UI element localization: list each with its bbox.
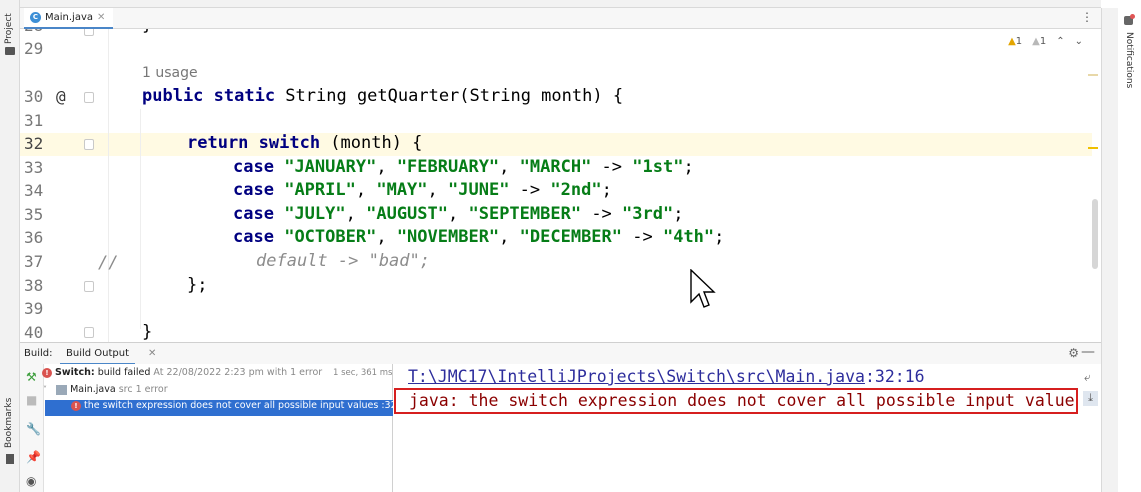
- weak-warning-icon: ▲: [1032, 36, 1040, 47]
- scroll-to-end-icon[interactable]: ⤓: [1083, 391, 1098, 406]
- notification-dot: [1130, 14, 1135, 19]
- mouse-cursor-icon: [690, 269, 716, 308]
- gutter-separator: [108, 29, 109, 342]
- eye-icon[interactable]: ◉: [26, 474, 36, 488]
- java-class-icon: C: [30, 12, 41, 23]
- build-tool-header: Build: Build Output ✕ ⚙ —: [20, 342, 1101, 365]
- build-label: Build:: [24, 348, 53, 359]
- fold-marker[interactable]: [84, 29, 94, 36]
- notifications-strip: Notifications: [1118, 0, 1141, 492]
- current-line-highlight: [20, 133, 1092, 156]
- output-file-link[interactable]: T:\JMC17\IntelliJProjects\Switch\src\Mai…: [408, 367, 925, 386]
- tab-build-output[interactable]: Build Output: [60, 343, 136, 365]
- close-tab-icon[interactable]: ✕: [97, 12, 105, 23]
- close-tab-icon[interactable]: ✕: [148, 348, 156, 359]
- line-number: 39: [24, 299, 44, 318]
- comment-marker: //: [98, 253, 119, 273]
- hammer-icon[interactable]: ⚒: [26, 370, 37, 384]
- error-badge-icon: !: [42, 367, 52, 378]
- output-tools: ⤶ ⤓: [1081, 364, 1101, 492]
- line-number: 33: [24, 158, 44, 177]
- warning-icon: ▲: [1008, 36, 1016, 47]
- tree-file-row[interactable]: ˅ Main.java src 1 error: [43, 384, 393, 400]
- code-line: case "JULY", "AUGUST", "SEPTEMBER" -> "3…: [233, 204, 684, 224]
- java-file-icon: [56, 384, 68, 395]
- line-number: 29: [24, 39, 44, 58]
- output-error-line: java: the switch expression does not cov…: [394, 388, 1078, 414]
- line-number: 40: [24, 323, 44, 342]
- folder-icon[interactable]: [5, 47, 15, 55]
- line-number: 37: [24, 252, 44, 271]
- fold-marker[interactable]: [84, 139, 94, 150]
- build-output-console[interactable]: T:\JMC17\IntelliJProjects\Switch\src\Mai…: [394, 364, 1081, 492]
- line-number: 31: [24, 111, 44, 130]
- minimize-icon[interactable]: —: [1081, 344, 1095, 360]
- code-editor[interactable]: 28 29 30 31 32 33 34 35 36 37 38 39 40 @…: [20, 29, 1101, 342]
- warning-count[interactable]: ▲1: [1008, 36, 1022, 47]
- stop-icon[interactable]: ■: [26, 393, 37, 407]
- scroll-marker[interactable]: [1088, 147, 1098, 149]
- line-number: 38: [24, 276, 44, 295]
- gear-icon[interactable]: ⚙: [1068, 346, 1079, 360]
- line-number: 32: [24, 134, 44, 153]
- override-marker[interactable]: @: [56, 87, 66, 106]
- line-number: 28: [24, 29, 48, 35]
- wrench-icon[interactable]: 🔧: [26, 422, 41, 436]
- left-tool-strip: Project Bookmarks: [0, 0, 20, 492]
- notifications-tool-label[interactable]: Notifications: [1124, 32, 1134, 88]
- build-tool-column: ⚒ ■ 🔧 📌 ◉: [20, 364, 44, 492]
- tab-main-java[interactable]: C Main.java ✕: [24, 8, 114, 29]
- line-number: 35: [24, 205, 44, 224]
- tree-error-row[interactable]: ! the switch expression does not cover a…: [45, 400, 397, 416]
- soft-wrap-icon[interactable]: ⤶: [1084, 370, 1091, 385]
- line-number: 36: [24, 228, 44, 247]
- code-line: case "APRIL", "MAY", "JUNE" -> "2nd";: [233, 180, 612, 200]
- right-tool-strip: [1101, 8, 1118, 492]
- tab-label: Main.java: [45, 12, 94, 23]
- fold-marker[interactable]: [84, 92, 94, 103]
- tree-root-row[interactable]: ! Switch: build failed At 22/08/2022 2:2…: [42, 367, 393, 383]
- editor-tab-bar: C Main.java ✕ ⋮: [20, 8, 1101, 29]
- error-icon: !: [71, 400, 81, 411]
- usage-hint[interactable]: 1 usage: [142, 65, 198, 81]
- line-number: 30: [24, 87, 44, 106]
- indent-guide: [140, 109, 141, 329]
- scroll-marker[interactable]: [1088, 74, 1098, 76]
- top-toolbar: [20, 0, 1101, 8]
- chevron-down-icon[interactable]: ⌄: [1075, 36, 1083, 47]
- vertical-scrollbar[interactable]: [1092, 199, 1098, 269]
- pin-icon[interactable]: 📌: [26, 450, 41, 464]
- weak-warning-count[interactable]: ▲1: [1032, 36, 1046, 47]
- code-line: public static String getQuarter(String m…: [142, 86, 624, 106]
- fold-marker[interactable]: [84, 327, 94, 338]
- chevron-up-icon[interactable]: ⌃: [1056, 36, 1064, 47]
- code-line: return switch (month) {: [187, 133, 423, 153]
- bookmarks-tool-label[interactable]: Bookmarks: [4, 398, 14, 448]
- code-line: case "OCTOBER", "NOVEMBER", "DECEMBER" -…: [233, 227, 725, 247]
- project-tool-label[interactable]: Project: [4, 13, 14, 44]
- more-options-icon[interactable]: ⋮: [1081, 10, 1093, 24]
- code-line: case "JANUARY", "FEBRUARY", "MARCH" -> "…: [233, 157, 694, 177]
- build-tree: ! Switch: build failed At 22/08/2022 2:2…: [42, 364, 397, 492]
- bookmark-icon[interactable]: [6, 454, 14, 464]
- chevron-down-icon: ˅: [43, 385, 47, 394]
- code-line: }: [142, 29, 152, 35]
- line-number: 34: [24, 181, 44, 200]
- fold-marker[interactable]: [84, 281, 94, 292]
- inspections-widget[interactable]: ▲1 ▲1 ⌃ ⌄: [1008, 36, 1083, 47]
- code-line: };: [187, 275, 208, 295]
- code-line: }: [142, 322, 153, 342]
- code-line-commented: default -> "bad";: [256, 251, 430, 271]
